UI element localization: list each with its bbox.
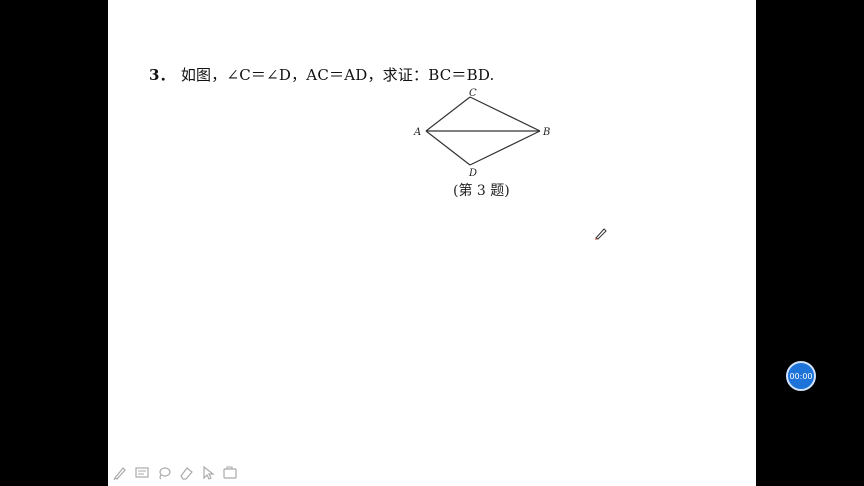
segment-cb bbox=[469, 96, 541, 132]
label-d: D bbox=[468, 168, 477, 179]
pen-icon[interactable] bbox=[112, 465, 128, 481]
segment-db bbox=[469, 130, 541, 166]
label-a: A bbox=[413, 127, 421, 138]
label-b: B bbox=[542, 127, 550, 138]
timer-button[interactable]: 00:00 bbox=[786, 361, 816, 391]
screen: 3． 如图，∠C＝∠D，AC＝AD，求证：BC＝BD. A B C D (第 3 … bbox=[0, 0, 864, 486]
figure-caption: (第 3 题) bbox=[453, 183, 510, 199]
slide-icon[interactable] bbox=[134, 465, 150, 481]
annotation-toolbar bbox=[112, 462, 238, 484]
segment-ad bbox=[425, 130, 471, 166]
problem-body: 如图，∠C＝∠D，AC＝AD，求证：BC＝BD. bbox=[180, 66, 495, 84]
segment-ac bbox=[425, 96, 471, 132]
camera-icon[interactable] bbox=[222, 465, 238, 481]
timer-label: 00:00 bbox=[789, 371, 813, 381]
document-page: 3． 如图，∠C＝∠D，AC＝AD，求证：BC＝BD. A B C D (第 3 … bbox=[108, 0, 756, 486]
lasso-icon[interactable] bbox=[156, 465, 172, 481]
geometry-figure: A B C D bbox=[413, 88, 550, 179]
pointer-icon[interactable] bbox=[200, 465, 216, 481]
label-c: C bbox=[469, 88, 477, 99]
problem-statement: 3． 如图，∠C＝∠D，AC＝AD，求证：BC＝BD. bbox=[149, 64, 495, 85]
pen-cursor-icon bbox=[595, 228, 607, 240]
problem-number: 3． bbox=[149, 66, 175, 84]
eraser-icon[interactable] bbox=[178, 465, 194, 481]
